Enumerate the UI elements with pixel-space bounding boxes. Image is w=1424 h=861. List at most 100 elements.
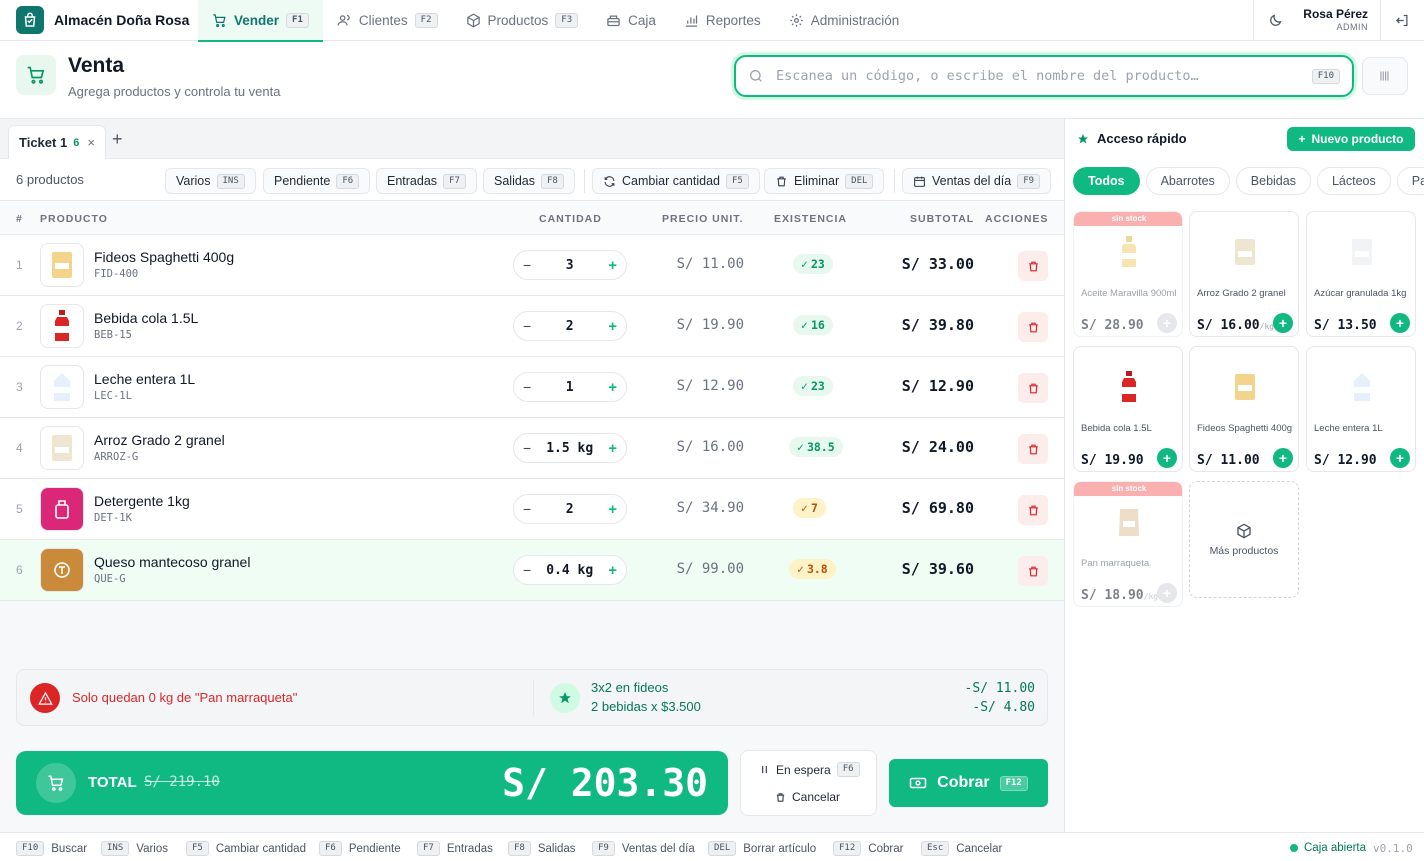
increment-button[interactable]: + — [608, 501, 617, 518]
moon-icon — [1268, 13, 1283, 28]
decrement-button[interactable]: − — [523, 379, 531, 395]
hold-key: F6 — [836, 762, 860, 777]
close-icon[interactable]: × — [87, 135, 95, 150]
quick-product-card[interactable]: Azúcar granulada 1kg S/ 13.50 + — [1306, 211, 1416, 337]
col-actions: ACCIONES — [985, 213, 1049, 225]
nav-administracion[interactable]: Administración — [775, 0, 914, 41]
nav-clientes[interactable]: Clientes F2 — [323, 0, 452, 41]
add-to-cart-button[interactable]: + — [1390, 448, 1410, 468]
quantity-value[interactable]: 2 — [566, 319, 574, 334]
table-row[interactable]: 6 Queso mantecoso granel QUE-G − 0.4 kg … — [0, 540, 1064, 601]
quantity-value[interactable]: 1 — [566, 380, 574, 395]
hold-button[interactable]: En espera F6 — [759, 762, 860, 777]
barcode-scan-button[interactable] — [1362, 57, 1408, 95]
quick-product-card[interactable]: sin stock Pan marraqueta S/ 18.90/kg + — [1073, 481, 1183, 607]
delete-item-button[interactable]: Eliminar DEL — [764, 168, 885, 194]
logout-icon — [1395, 13, 1410, 28]
delete-row-button[interactable] — [1018, 373, 1048, 403]
product-code: LEC-1L — [94, 390, 132, 402]
table-row[interactable]: 3 Leche entera 1L LEC-1L − 1 + S/ 12.90 … — [0, 357, 1064, 418]
new-product-button[interactable]: + Nuevo producto — [1287, 127, 1415, 151]
shortcut-label: Pendiente — [348, 842, 401, 855]
delete-row-button[interactable] — [1018, 556, 1048, 586]
add-to-cart-button[interactable]: + — [1390, 313, 1410, 333]
category-chip[interactable]: Lácteos — [1316, 167, 1391, 195]
quantity-value[interactable]: 0.4 kg — [546, 563, 593, 578]
shortcut-key: F12 — [833, 841, 862, 856]
pay-button[interactable]: Cobrar F12 — [889, 759, 1048, 807]
category-chip[interactable]: Todos — [1073, 167, 1140, 195]
decrement-button[interactable]: − — [523, 257, 531, 273]
trash-icon — [775, 792, 786, 803]
search-input[interactable] — [776, 68, 1312, 84]
add-to-cart-button[interactable]: + — [1273, 448, 1293, 468]
ticket-tab[interactable]: Ticket 1 6 × — [8, 125, 106, 159]
table-row[interactable]: 1 Fideos Spaghetti 400g FID-400 − 3 + S/… — [0, 235, 1064, 296]
card-product-name: Fideos Spaghetti 400g — [1197, 423, 1293, 434]
delete-row-button[interactable] — [1018, 495, 1048, 525]
decrement-button[interactable]: − — [523, 501, 531, 517]
delete-row-button[interactable] — [1018, 251, 1048, 281]
nav-vender[interactable]: Vender F1 — [198, 0, 323, 42]
decrement-button[interactable]: − — [523, 318, 531, 334]
nav-reportes[interactable]: Reportes — [670, 0, 775, 41]
increment-button[interactable]: + — [608, 379, 617, 396]
brand[interactable]: Almacén Doña Rosa — [16, 6, 189, 34]
decrement-button[interactable]: − — [523, 440, 531, 456]
delete-row-button[interactable] — [1018, 434, 1048, 464]
nav-caja[interactable]: Caja — [592, 0, 670, 41]
nav-productos[interactable]: Productos F3 — [452, 0, 593, 41]
pendiente-button[interactable]: Pendiente F6 — [263, 168, 371, 194]
row-subtotal: S/ 39.80 — [901, 316, 974, 334]
table-row[interactable]: 4 Arroz Grado 2 granel ARROZ-G − 1.5 kg … — [0, 418, 1064, 479]
salidas-button[interactable]: Salidas F8 — [483, 168, 575, 194]
quick-product-card[interactable]: sin stock Aceite Maravilla 900ml S/ 28.9… — [1073, 211, 1183, 337]
user-menu[interactable]: Rosa Pérez ADMIN — [1297, 7, 1380, 34]
add-to-cart-button[interactable]: + — [1157, 448, 1177, 468]
trash-icon — [1027, 565, 1040, 578]
shortcut-key: INS — [101, 841, 130, 856]
product-code: DET-1K — [94, 512, 132, 524]
quantity-value[interactable]: 2 — [566, 502, 574, 517]
category-chip[interactable]: Panadería — [1396, 167, 1424, 195]
delete-row-button[interactable] — [1018, 312, 1048, 342]
product-search[interactable]: F10 — [734, 55, 1354, 97]
add-to-cart-button[interactable]: + — [1273, 313, 1293, 333]
category-chip[interactable]: Abarrotes — [1145, 167, 1230, 195]
quick-product-card[interactable]: Arroz Grado 2 granel S/ 16.00/kg + — [1189, 211, 1299, 337]
table-header: # PRODUCTO CANTIDAD PRECIO UNIT. EXISTEN… — [0, 201, 1064, 235]
category-chip[interactable]: Bebidas — [1235, 167, 1311, 195]
promo-amount: -S/ 4.80 — [972, 700, 1035, 715]
quick-product-card[interactable]: Fideos Spaghetti 400g S/ 11.00 + — [1189, 346, 1299, 472]
stock-badge: ✓ 3.8 — [789, 559, 836, 579]
add-to-cart-button[interactable]: + — [1157, 313, 1177, 333]
daily-sales-button[interactable]: Ventas del día F9 — [902, 168, 1052, 194]
entradas-button[interactable]: Entradas F7 — [376, 168, 477, 194]
cancel-sale-button[interactable]: Cancelar — [775, 790, 840, 804]
logout-button[interactable] — [1380, 0, 1424, 41]
table-row[interactable]: 5 Detergente 1kg DET-1K − 2 + S/ 34.90 ✓… — [0, 479, 1064, 540]
varios-button[interactable]: Varios INS — [165, 168, 256, 194]
quantity-value[interactable]: 3 — [566, 258, 574, 273]
add-to-cart-button[interactable]: + — [1157, 583, 1177, 603]
more-products-button[interactable]: Más productos — [1189, 481, 1299, 598]
increment-button[interactable]: + — [608, 562, 617, 579]
check-icon: ✓ — [801, 501, 808, 515]
quantity-value[interactable]: 1.5 kg — [546, 441, 593, 456]
quick-product-card[interactable]: Leche entera 1L S/ 12.90 + — [1306, 346, 1416, 472]
increment-button[interactable]: + — [608, 318, 617, 335]
shortcut-key: DEL — [708, 841, 737, 856]
theme-toggle-button[interactable] — [1253, 0, 1297, 41]
card-price-value: S/ 28.90 — [1081, 318, 1144, 333]
add-ticket-button[interactable]: + — [112, 129, 123, 150]
increment-button[interactable]: + — [608, 257, 617, 274]
product-code: FID-400 — [94, 268, 139, 280]
table-row[interactable]: 2 Bebida cola 1.5L BEB-15 − 2 + S/ 19.90… — [0, 296, 1064, 357]
increment-button[interactable]: + — [608, 440, 617, 457]
page-subtitle: Agrega productos y controla tu venta — [68, 84, 281, 99]
quick-product-card[interactable]: Bebida cola 1.5L S/ 19.90 + — [1073, 346, 1183, 472]
decrement-button[interactable]: − — [523, 562, 531, 578]
footer-shortcut: F6 Pendiente — [319, 841, 401, 856]
change-quantity-button[interactable]: Cambiar cantidad F5 — [592, 168, 760, 194]
quantity-stepper: − 1.5 kg + — [513, 433, 627, 463]
